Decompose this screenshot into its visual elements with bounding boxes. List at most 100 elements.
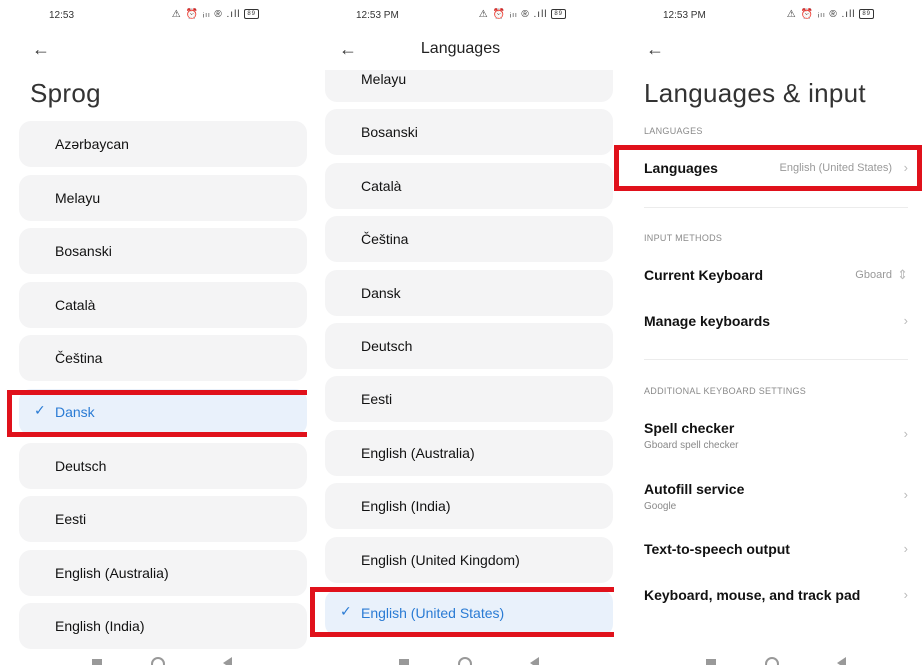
status-icons: ⚠ ⏰ ᵢₗₗ ® .ıll 89 bbox=[172, 9, 259, 20]
status-bar: 12:53 PM ⚠ ⏰ ᵢₗₗ ® .ıll 89 bbox=[307, 8, 614, 24]
row-subtitle: Google bbox=[644, 501, 677, 512]
section-header-input-methods: INPUT METHODS bbox=[644, 233, 723, 243]
chevron-right-icon: › bbox=[903, 587, 908, 602]
nav-bar bbox=[0, 655, 307, 665]
updown-chevron-icon: ⇕ bbox=[897, 267, 908, 282]
divider bbox=[644, 207, 908, 208]
nav-back-icon[interactable] bbox=[837, 657, 846, 665]
spell-checker-row[interactable]: Spell checker Gboard spell checker › bbox=[644, 420, 908, 454]
divider bbox=[644, 359, 908, 360]
battery-icon: 89 bbox=[859, 9, 874, 20]
languages-row[interactable]: Languages English (United States) › bbox=[644, 160, 908, 180]
language-option[interactable]: English (India) bbox=[325, 483, 613, 530]
text-to-speech-row[interactable]: Text-to-speech output › bbox=[644, 541, 908, 561]
page-title: Languages bbox=[420, 40, 501, 57]
recents-icon[interactable] bbox=[92, 659, 102, 665]
language-option-label: English (United States) bbox=[361, 605, 505, 621]
row-title: Text-to-speech output bbox=[644, 541, 790, 557]
nav-bar bbox=[307, 655, 614, 665]
row-title: Manage keyboards bbox=[644, 313, 771, 329]
language-option[interactable]: Bosanski bbox=[19, 228, 307, 275]
language-option[interactable]: English (India) bbox=[19, 603, 307, 650]
checkmark-icon: ✓ bbox=[34, 402, 46, 418]
language-option[interactable]: ✓ Dansk bbox=[19, 389, 307, 435]
language-option-label: Azərbaycan bbox=[55, 136, 129, 152]
back-arrow-icon[interactable]: ← bbox=[32, 40, 50, 58]
row-value: English (United States) bbox=[779, 162, 893, 174]
chevron-right-icon: › bbox=[903, 541, 908, 556]
checkmark-icon: ✓ bbox=[340, 603, 352, 619]
language-option-label: Bosanski bbox=[361, 124, 418, 141]
chevron-right-icon: › bbox=[903, 160, 908, 175]
back-arrow-icon[interactable]: ← bbox=[646, 40, 664, 58]
status-icons: ⚠ ⏰ ᵢₗₗ ® .ıll 89 bbox=[787, 9, 874, 20]
panel-language-list-english: Melayu Bosanski Català Čeština Dansk Deutsch E… bbox=[307, 0, 614, 665]
language-option-label: English (United Kingdom) bbox=[361, 551, 520, 568]
language-option-label: Català bbox=[361, 177, 402, 194]
status-bar: 12:53 PM ⚠ ⏰ ᵢₗₗ ® .ıll 89 bbox=[614, 8, 922, 24]
battery-icon: 89 bbox=[244, 9, 259, 20]
row-title: Current Keyboard bbox=[644, 267, 764, 283]
recents-icon[interactable] bbox=[399, 659, 409, 665]
status-time: 12:53 PM bbox=[356, 10, 399, 21]
language-option[interactable]: Deutsch bbox=[19, 442, 307, 489]
language-option[interactable]: Català bbox=[19, 281, 307, 328]
language-option[interactable]: Eesti bbox=[325, 376, 613, 423]
section-header-additional: ADDITIONAL KEYBOARD SETTINGS bbox=[644, 386, 807, 396]
language-option-label: Deutsch bbox=[55, 457, 107, 474]
language-option-label: Melayu bbox=[361, 71, 407, 87]
nav-back-icon[interactable] bbox=[223, 657, 232, 665]
language-option[interactable]: Bosanski bbox=[325, 109, 613, 156]
home-icon[interactable] bbox=[151, 657, 165, 665]
language-option[interactable]: Dansk bbox=[325, 269, 613, 316]
chevron-right-icon: › bbox=[903, 426, 908, 441]
status-icons-text: ⚠ ⏰ ᵢₗₗ ® .ıll bbox=[171, 9, 241, 20]
language-option[interactable]: Azərbaycan bbox=[19, 121, 307, 167]
language-option-label: Eesti bbox=[55, 511, 87, 528]
language-option[interactable]: ✓ English (United States) bbox=[325, 590, 613, 636]
home-icon[interactable] bbox=[458, 657, 472, 665]
language-option[interactable]: Melayu bbox=[19, 174, 307, 221]
language-option-label: Eesti bbox=[361, 391, 393, 408]
language-option-label: Melayu bbox=[55, 189, 101, 206]
keyboard-mouse-trackpad-row[interactable]: Keyboard, mouse, and track pad › bbox=[644, 587, 908, 607]
language-option[interactable]: English (Australia) bbox=[325, 429, 613, 476]
status-bar: 12:53 ⚠ ⏰ ᵢₗₗ ® .ıll 89 bbox=[0, 8, 307, 24]
row-subtitle: Gboard spell checker bbox=[644, 440, 739, 451]
language-option-label: Català bbox=[55, 296, 96, 313]
row-title: Spell checker bbox=[644, 420, 735, 436]
language-option[interactable]: Čeština bbox=[325, 216, 613, 263]
language-option-label: English (India) bbox=[55, 618, 145, 635]
language-option-label: Deutsch bbox=[361, 338, 413, 354]
language-option[interactable]: Čeština bbox=[19, 335, 307, 382]
language-option-label: Dansk bbox=[361, 284, 401, 301]
home-icon[interactable] bbox=[765, 657, 779, 665]
row-title: Autofill service bbox=[644, 481, 745, 497]
row-value: Gboard bbox=[855, 269, 892, 281]
page-title: Languages & input bbox=[644, 78, 866, 108]
language-option[interactable]: Català bbox=[325, 162, 613, 209]
language-option-label: English (India) bbox=[361, 498, 451, 515]
chevron-right-icon: › bbox=[903, 313, 908, 328]
row-title: Keyboard, mouse, and track pad bbox=[644, 587, 861, 603]
panel-languages-and-input: 12:53 PM ⚠ ⏰ ᵢₗₗ ® .ıll 89 ← Languages &… bbox=[614, 0, 922, 665]
language-option-label: English (Australia) bbox=[55, 564, 169, 581]
battery-icon: 89 bbox=[551, 9, 566, 20]
language-option[interactable]: English (United Kingdom) bbox=[325, 536, 613, 583]
language-option-label: English (Australia) bbox=[361, 444, 475, 461]
status-icons: ⚠ ⏰ ᵢₗₗ ® .ıll 89 bbox=[479, 9, 566, 20]
status-time: 12:53 PM bbox=[663, 10, 706, 21]
current-keyboard-row[interactable]: Current Keyboard Gboard ⇕ bbox=[644, 267, 908, 287]
status-icons-text: ⚠ ⏰ ᵢₗₗ ® .ıll bbox=[786, 9, 856, 20]
language-option[interactable]: Deutsch bbox=[325, 323, 613, 369]
language-option[interactable]: Eesti bbox=[19, 496, 307, 543]
nav-back-icon[interactable] bbox=[530, 657, 539, 665]
row-title: Languages bbox=[644, 160, 718, 176]
nav-bar bbox=[614, 655, 922, 665]
manage-keyboards-row[interactable]: Manage keyboards › bbox=[644, 313, 908, 333]
language-option[interactable]: English (Australia) bbox=[19, 549, 307, 596]
language-option-label: Dansk bbox=[55, 404, 95, 420]
section-header-languages: LANGUAGES bbox=[644, 126, 703, 136]
recents-icon[interactable] bbox=[706, 659, 716, 665]
autofill-service-row[interactable]: Autofill service Google › bbox=[644, 481, 908, 515]
